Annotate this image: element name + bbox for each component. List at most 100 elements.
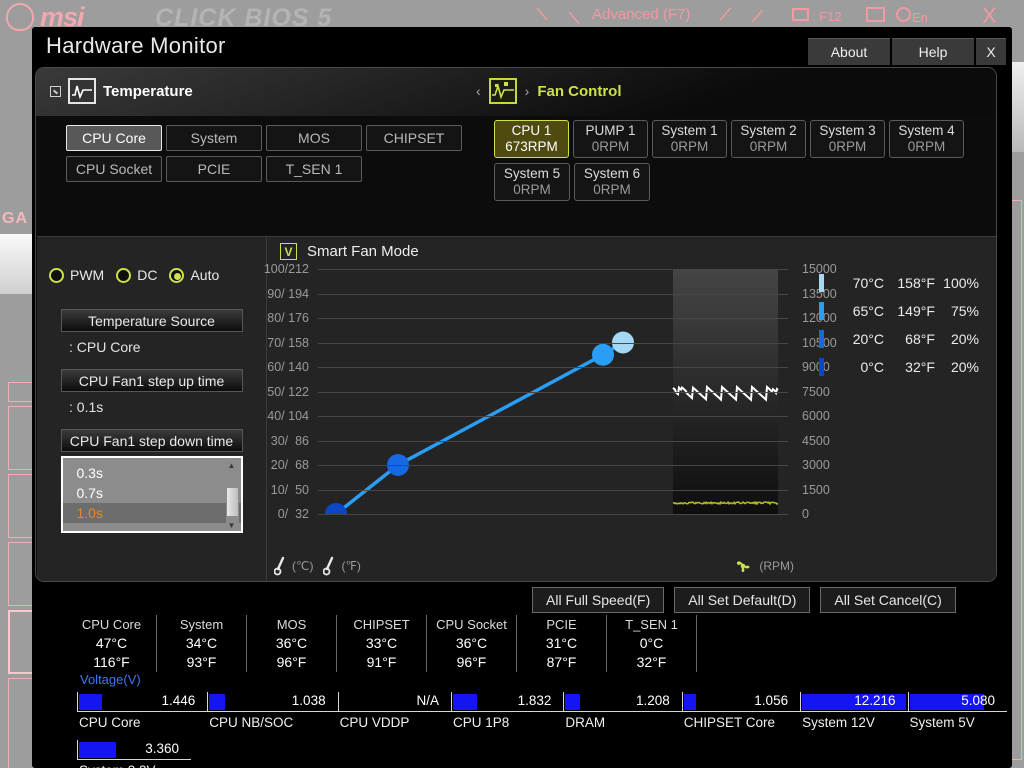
voltage-item: 5.080System 5V	[908, 692, 1007, 738]
list-item[interactable]: 0.7s	[63, 483, 241, 503]
list-item[interactable]: 1.0s	[63, 503, 241, 523]
next-page-icon[interactable]: ›	[525, 83, 530, 99]
fan-tab-system-4[interactable]: System 4 0RPM	[889, 120, 964, 158]
row-duty: 20%	[935, 331, 979, 347]
radio-auto-label: Auto	[190, 267, 219, 283]
temp-tab-chipset[interactable]: CHIPSET	[366, 125, 462, 151]
about-button[interactable]: About	[808, 38, 890, 65]
temp-summary-name: CHIPSET	[339, 615, 424, 634]
fan-tab-cpu-1[interactable]: CPU 1 673RPM	[494, 120, 569, 158]
fan-tab-system-1[interactable]: System 1 0RPM	[652, 120, 727, 158]
fan-curve-chart: V Smart Fan Mode 100/2121500090/ 1941350…	[268, 237, 997, 582]
fan-tab-system-5[interactable]: System 5 0RPM	[494, 163, 570, 201]
fan-tab-name: System 4	[898, 123, 954, 139]
y-axis-tick-right: 1500	[802, 483, 830, 497]
language-label: En	[912, 10, 928, 25]
fan-tab-system-3[interactable]: System 3 0RPM	[810, 120, 885, 158]
table-row[interactable]: 0°C 32°F 20%	[819, 353, 979, 381]
row-temp-c: 70°C	[840, 275, 884, 291]
step-down-time-button[interactable]: CPU Fan1 step down time	[61, 429, 243, 452]
close-button[interactable]: X	[976, 38, 1006, 65]
scroll-up-icon[interactable]: ▲	[228, 461, 236, 470]
list-item[interactable]: 0.3s	[63, 463, 241, 483]
table-row[interactable]: 70°C 158°F 100%	[819, 269, 979, 297]
fan-tab-system-2[interactable]: System 2 0RPM	[731, 120, 806, 158]
dialog-title: Hardware Monitor	[46, 33, 226, 59]
temp-summary-fahrenheit: 96°F	[249, 653, 334, 672]
collapse-checkbox-icon[interactable]	[50, 86, 61, 97]
fan-tab-rpm: 0RPM	[592, 139, 630, 155]
temp-tab-pcie[interactable]: PCIE	[166, 156, 262, 182]
radio-dc[interactable]	[116, 268, 131, 283]
curve-point[interactable]	[592, 344, 614, 366]
fan-tab-name: System 1	[661, 123, 717, 139]
help-button[interactable]: Help	[892, 38, 974, 65]
all-full-speed-button[interactable]: All Full Speed(F)	[532, 587, 664, 613]
table-row[interactable]: 20°C 68°F 20%	[819, 325, 979, 353]
voltage-value: 1.832	[518, 693, 552, 708]
temp-tab-cpu-socket[interactable]: CPU Socket	[66, 156, 162, 182]
fan-tab-pump-1[interactable]: PUMP 1 0RPM	[573, 120, 648, 158]
fan-curve-plot[interactable]: 100/2121500090/ 1941350080/ 1761200070/ …	[318, 269, 788, 514]
screenshot-icon	[792, 8, 809, 21]
fan-tab-rpm: 0RPM	[750, 139, 788, 155]
temp-summary-celsius: 33°C	[339, 634, 424, 653]
y-axis-tick-right: 3000	[802, 458, 830, 472]
temperature-source-button[interactable]: Temperature Source	[61, 309, 243, 332]
temp-tab-mos[interactable]: MOS	[266, 125, 362, 151]
y-axis-tick-left: 50/ 122	[267, 385, 309, 399]
row-temp-f: 158°F	[884, 275, 935, 291]
curve-point[interactable]	[325, 503, 347, 514]
radio-pwm[interactable]	[49, 268, 64, 283]
temp-tab-cpu-core[interactable]: CPU Core	[66, 125, 162, 151]
step-down-time-listbox[interactable]: 0.3s 0.7s 1.0s ▲ ▼	[61, 456, 243, 533]
y-axis-tick-right: 6000	[802, 409, 830, 423]
monitor-panel: Temperature ‹ › Fan Control	[35, 67, 997, 582]
voltage-fill	[209, 694, 224, 710]
y-axis-tick-left: 90/ 194	[267, 287, 309, 301]
smart-fan-mode-label: Smart Fan Mode	[307, 243, 419, 260]
fan-settings-column: PWM DC Auto Temperature Source : CPU Cor…	[37, 237, 267, 582]
temp-summary-celsius: 34°C	[159, 634, 244, 653]
radio-auto[interactable]	[169, 268, 184, 283]
monitor-icon	[866, 7, 885, 22]
voltage-row-1: 1.446CPU Core1.038CPU NB/SOCN/ACPU VDDP1…	[77, 692, 1007, 738]
chart-legend: (℃) (℉)	[274, 556, 794, 576]
fan-tab-rpm: 0RPM	[908, 139, 946, 155]
smart-fan-checkbox[interactable]: V	[280, 243, 297, 260]
temp-tab-system[interactable]: System	[166, 125, 262, 151]
voltage-value: 1.208	[636, 693, 670, 708]
temp-summary-name: System	[159, 615, 244, 634]
smart-fan-mode-toggle[interactable]: V Smart Fan Mode	[280, 243, 419, 260]
voltage-label: CHIPSET Core	[684, 715, 775, 730]
scrollbar-thumb[interactable]	[227, 488, 238, 516]
all-set-default-button[interactable]: All Set Default(D)	[674, 587, 810, 613]
voltage-value: 1.446	[162, 693, 196, 708]
voltage-fill	[79, 694, 102, 710]
panel-header: Temperature ‹ › Fan Control	[36, 68, 996, 116]
listbox-scrollbar[interactable]: ▲ ▼	[226, 460, 239, 531]
fan-mode-radio-group: PWM DC Auto	[49, 267, 225, 283]
all-set-cancel-button[interactable]: All Set Cancel(C)	[820, 587, 955, 613]
scroll-down-icon[interactable]: ▼	[228, 521, 236, 530]
table-row[interactable]: 65°C 149°F 75%	[819, 297, 979, 325]
voltage-track: 12.216	[800, 692, 907, 712]
voltage-item: 1.056 CHIPSET Core	[682, 692, 800, 738]
fan-tab-row-1: CPU 1 673RPM PUMP 1 0RPM System 1 0RPM S…	[494, 120, 964, 158]
voltage-track: 1.832	[451, 692, 563, 712]
voltage-track: 3.360	[77, 740, 191, 760]
temperature-header-label: Temperature	[103, 83, 193, 100]
voltage-track: 1.038	[207, 692, 337, 712]
temperature-tab-group: CPU Core System MOS CHIPSET CPU Socket P…	[66, 125, 486, 187]
advanced-mode-label: Advanced (F7)	[592, 6, 690, 23]
voltage-value: N/A	[416, 693, 439, 708]
fan-tab-system-6[interactable]: System 6 0RPM	[574, 163, 650, 201]
voltage-section-header: Voltage(V)	[80, 672, 141, 687]
voltage-track: 1.056	[682, 692, 800, 712]
y-axis-tick-left: 60/ 140	[267, 360, 309, 374]
voltage-row-2: 3.360System 3.3V	[77, 740, 1007, 768]
temp-tab-t-sen-1[interactable]: T_SEN 1	[266, 156, 362, 182]
step-up-time-button[interactable]: CPU Fan1 step up time	[61, 369, 243, 392]
legend-rpm-label: (RPM)	[759, 559, 794, 573]
prev-page-icon[interactable]: ‹	[476, 83, 481, 99]
